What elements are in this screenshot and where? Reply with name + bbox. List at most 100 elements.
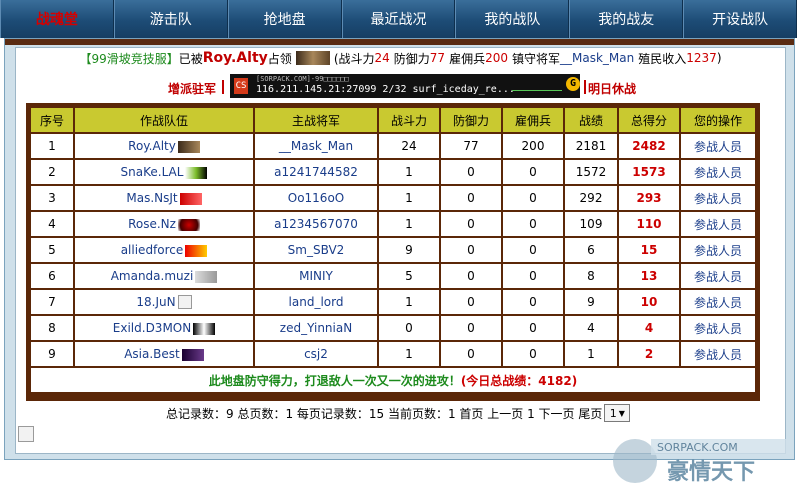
nav-create-team[interactable]: 开设战队: [683, 0, 797, 38]
cell-defense: 0: [441, 342, 501, 366]
nav-qiangdipan[interactable]: 抢地盘: [227, 0, 342, 38]
cell-team[interactable]: 18.JuN: [75, 290, 253, 314]
participants-link[interactable]: 参战人员: [681, 238, 755, 262]
participants-link[interactable]: 参战人员: [681, 186, 755, 210]
cell-score: 110: [619, 212, 679, 236]
cell-no: 5: [31, 238, 73, 262]
cell-score: 293: [619, 186, 679, 210]
broken-image-icon: [177, 295, 192, 310]
cell-score: 10: [619, 290, 679, 314]
cell-general[interactable]: MINIY: [255, 264, 377, 288]
team-name[interactable]: Roy.Alty: [128, 139, 176, 153]
participants-link[interactable]: 参战人员: [681, 264, 755, 288]
cell-general[interactable]: land_lord: [255, 290, 377, 314]
signal-icon: [512, 80, 562, 91]
cell-team[interactable]: Asia.Best: [75, 342, 253, 366]
broken-image-icon: [18, 426, 34, 442]
cell-merc: 0: [503, 238, 563, 262]
cell-score: 1573: [619, 160, 679, 184]
cell-general[interactable]: zed_YinniaN: [255, 316, 377, 340]
cell-defense: 0: [441, 290, 501, 314]
cell-no: 9: [31, 342, 73, 366]
cs-icon: CS: [234, 78, 248, 94]
cell-general[interactable]: a1241744582: [255, 160, 377, 184]
cell-team[interactable]: Roy.Alty: [75, 134, 253, 158]
nav-zhanhuntang[interactable]: 战魂堂: [0, 0, 114, 38]
owner-team-image: [295, 51, 330, 65]
pagination-text[interactable]: 总记录数：9 总页数：1 每页记录数：15 当前页数：1 首页 上一页 1 下一…: [166, 405, 602, 422]
cell-team[interactable]: SnaKe.LAL: [75, 160, 253, 184]
team-badge-icon: [193, 322, 216, 335]
cell-merc: 0: [503, 290, 563, 314]
cell-power: 24: [379, 134, 439, 158]
participants-link[interactable]: 参战人员: [681, 212, 755, 236]
team-name[interactable]: 18.JuN: [136, 295, 175, 309]
table-header-row: 序号 作战队伍 主战将军 战斗力 防御力 雇佣兵 战绩 总得分 您的操作: [31, 108, 755, 132]
owner-name[interactable]: Roy.Alty: [203, 50, 268, 66]
team-badge-icon: [181, 348, 204, 361]
truce-tomorrow-link[interactable]: 明日休战: [588, 80, 636, 97]
participants-link[interactable]: 参战人员: [681, 134, 755, 158]
cell-general[interactable]: __Mask_Man: [255, 134, 377, 158]
server-banner[interactable]: CS [SORPACK.COM]-99□□□□□□ 116.211.145.21…: [230, 74, 580, 98]
nav-youjidui[interactable]: 游击队: [113, 0, 228, 38]
header-defense: 防御力: [441, 108, 501, 132]
participants-link[interactable]: 参战人员: [681, 316, 755, 340]
table-footer-row: 此地盘防守得力，打退敌人一次又一次的进攻！(今日总战绩：4182): [31, 368, 755, 392]
cell-team[interactable]: Rose.Nz: [75, 212, 253, 236]
nav-my-team[interactable]: 我的战队: [455, 0, 570, 38]
team-badge-icon: [195, 270, 218, 283]
defense-label: 防御力: [393, 51, 430, 66]
defense-message-text: 此地盘防守得力，打退敌人一次又一次的进攻！: [208, 373, 461, 388]
cell-team[interactable]: Amanda.muzi: [75, 264, 253, 288]
cell-no: 8: [31, 316, 73, 340]
separator: [584, 80, 586, 94]
daily-total: (今日总战绩：4182): [460, 373, 578, 388]
nav-my-friends[interactable]: 我的战友: [569, 0, 684, 38]
cell-team[interactable]: Exild.D3MON: [75, 316, 253, 340]
table-row: 5 alliedforce Sm_SBV2 9 0 0 6 15 参战人员: [31, 238, 755, 262]
cell-general[interactable]: Sm_SBV2: [255, 238, 377, 262]
page-select[interactable]: 1 ▼: [604, 404, 631, 422]
team-name[interactable]: Exild.D3MON: [113, 321, 191, 335]
table-row: 9 Asia.Best csj2 1 0 0 1 2 参战人员: [31, 342, 755, 366]
team-name[interactable]: alliedforce: [121, 243, 184, 257]
merc-label: 雇佣兵: [449, 51, 486, 66]
participants-link[interactable]: 参战人员: [681, 290, 755, 314]
cell-merc: 0: [503, 212, 563, 236]
team-badge-icon: [177, 140, 200, 153]
cell-no: 3: [31, 186, 73, 210]
occupy-label: 占领: [267, 51, 292, 66]
merc-value: 200: [485, 51, 508, 65]
cell-no: 7: [31, 290, 73, 314]
watermark-logo-text: SORPACK.COM: [657, 441, 738, 454]
cell-team[interactable]: Mas.NsJt: [75, 186, 253, 210]
header-merc: 雇佣兵: [503, 108, 563, 132]
cell-record: 8: [565, 264, 617, 288]
cell-no: 4: [31, 212, 73, 236]
participants-link[interactable]: 参战人员: [681, 160, 755, 184]
participants-link[interactable]: 参战人员: [681, 342, 755, 366]
team-name[interactable]: Mas.NsJt: [126, 191, 177, 205]
cell-defense: 0: [441, 186, 501, 210]
table-row: 1 Roy.Alty __Mask_Man 24 77 200 2181 248…: [31, 134, 755, 158]
banner-row: 增派驻军 CS [SORPACK.COM]-99□□□□□□ 116.211.1…: [16, 72, 785, 98]
nav-recent-battles[interactable]: 最近战况: [341, 0, 456, 38]
team-name[interactable]: Asia.Best: [124, 347, 180, 361]
general-value[interactable]: __Mask_Man: [560, 51, 634, 65]
cell-general[interactable]: Oo116oO: [255, 186, 377, 210]
cell-general[interactable]: csj2: [255, 342, 377, 366]
team-name[interactable]: SnaKe.LAL: [121, 165, 184, 179]
cell-score: 2: [619, 342, 679, 366]
team-name[interactable]: Amanda.muzi: [111, 269, 194, 283]
cell-team[interactable]: alliedforce: [75, 238, 253, 262]
defense-message: 此地盘防守得力，打退敌人一次又一次的进攻！(今日总战绩：4182): [31, 368, 755, 392]
watermark-chinese-text: 豪情天下: [667, 459, 755, 485]
cell-general[interactable]: a1234567070: [255, 212, 377, 236]
separator: [222, 80, 224, 94]
page-select-value: 1: [609, 406, 617, 420]
server-name: 【99滑坡竞技服】: [79, 51, 179, 66]
cell-power: 1: [379, 342, 439, 366]
add-garrison-link[interactable]: 增派驻军: [168, 80, 216, 97]
team-name[interactable]: Rose.Nz: [128, 217, 176, 231]
